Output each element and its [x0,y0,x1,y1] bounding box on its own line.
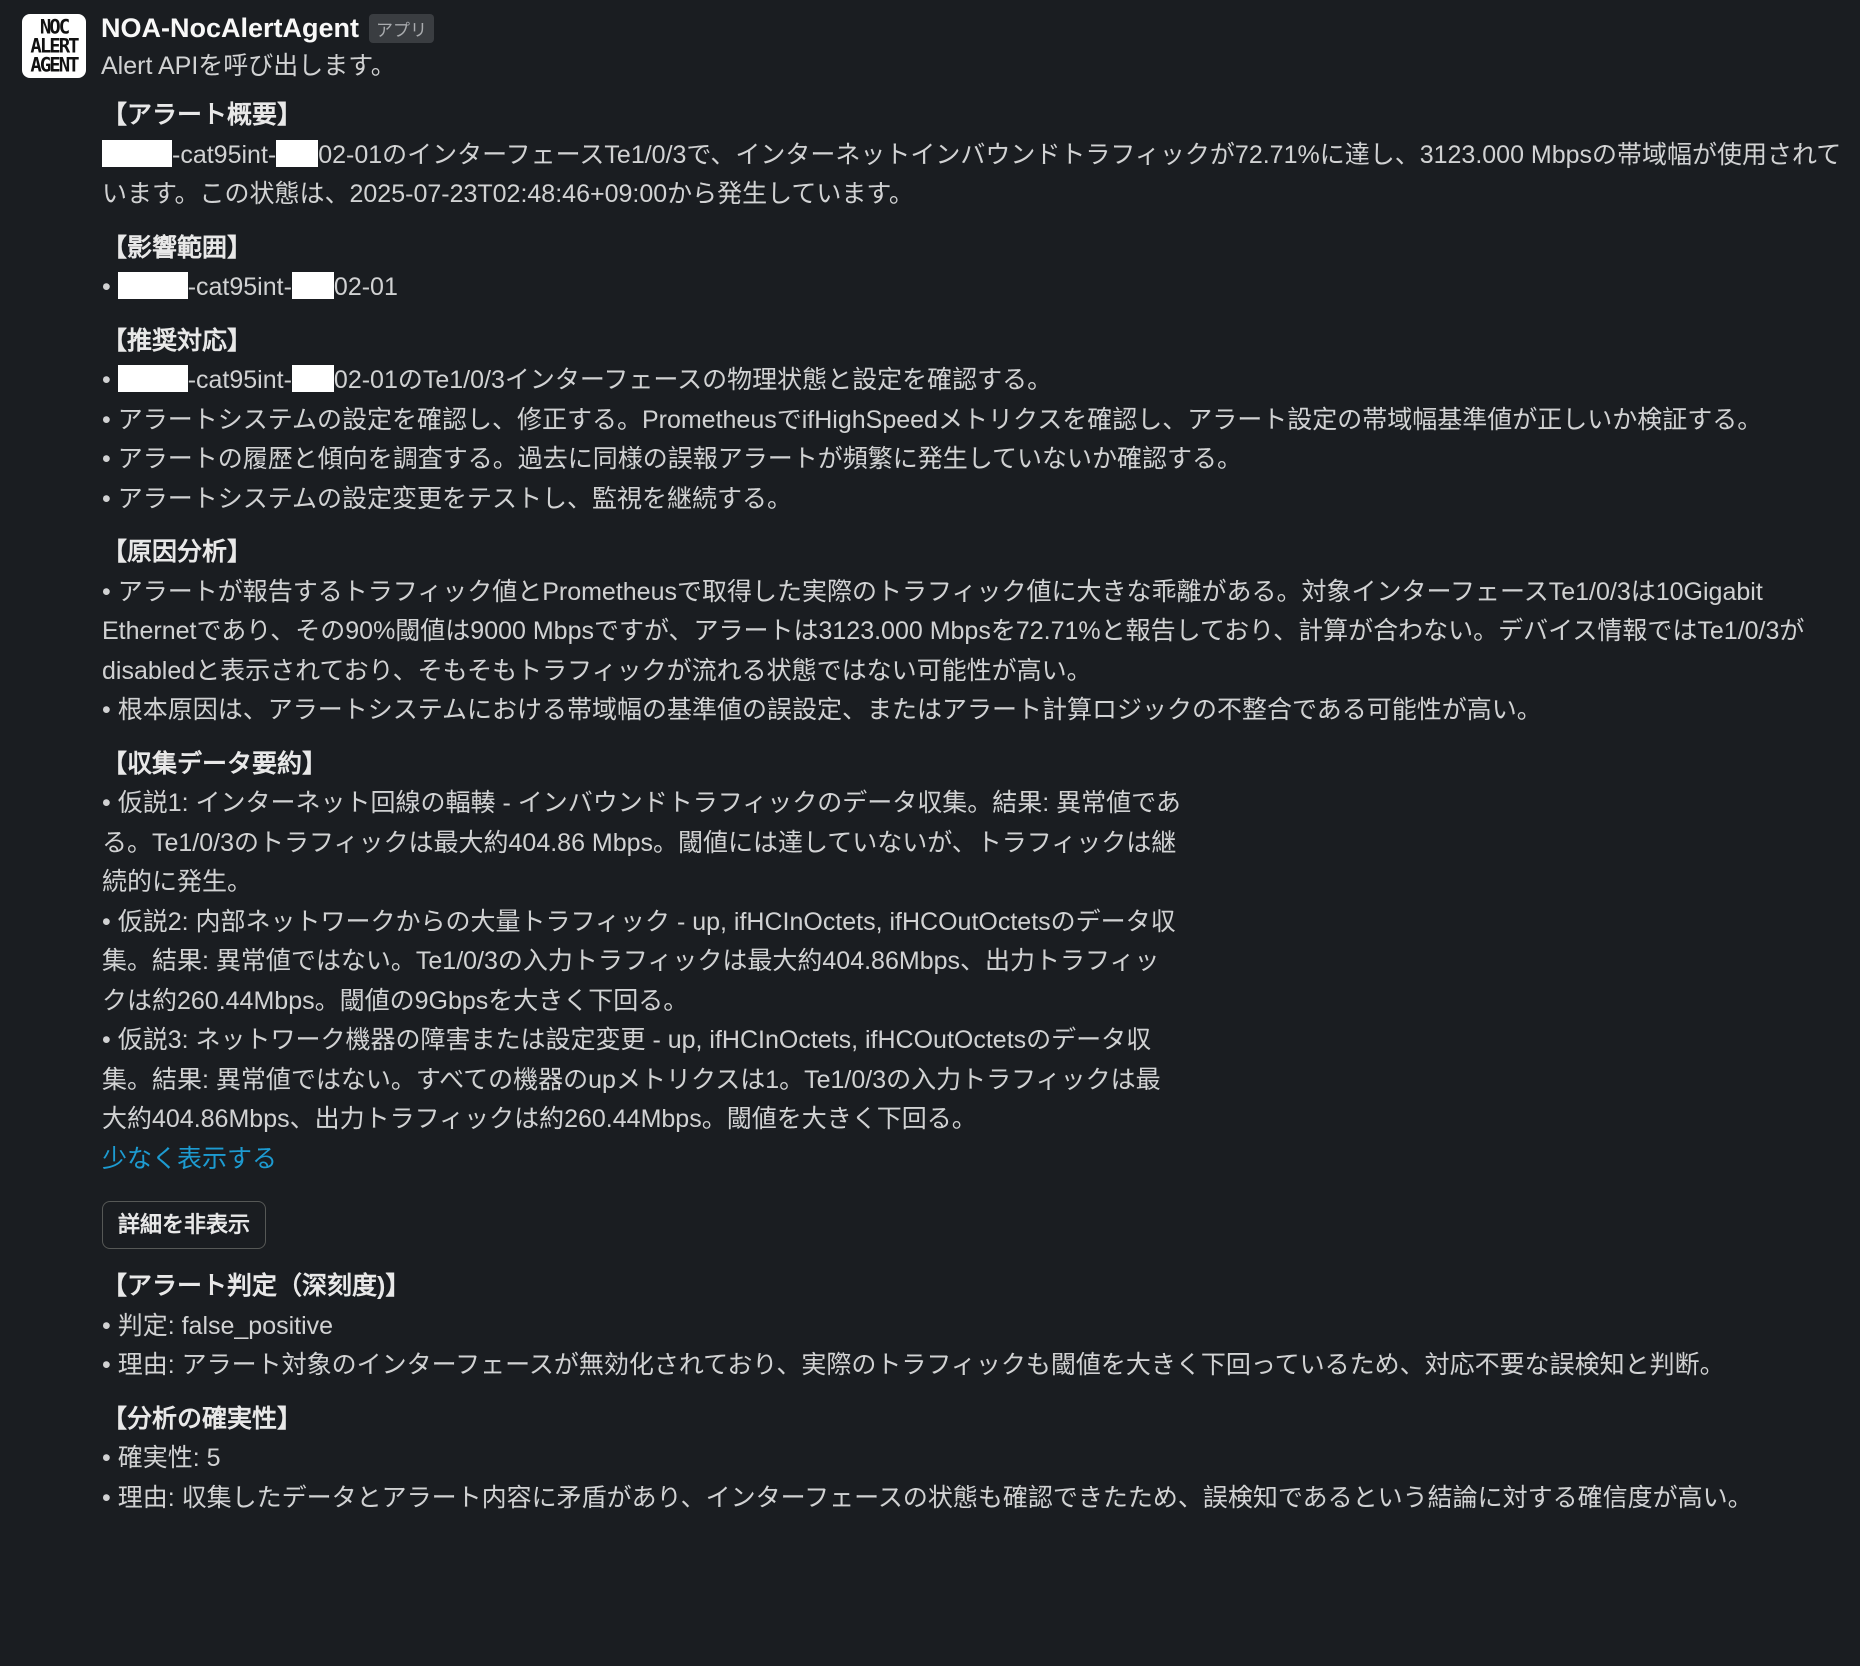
redacted-block [117,272,188,299]
summary-text-2: 02-01のインターフェースTe1/0/3で、インターネットインバウンドトラフィ… [102,140,1842,209]
collected-item: • 仮説2: 内部ネットワークからの大量トラフィック - up, ifHCInO… [102,907,1176,1015]
avatar-line-3: AGENT [30,52,79,77]
message-header: NOA-NocAlertAgent アプリ [101,6,1860,50]
message: NOC ALERT AGENT NOA-NocAlertAgent アプリ Al… [0,0,1860,1666]
impact-item-a: -cat95int- [187,273,292,301]
redacted-block [102,139,172,167]
verdict-item: • 判定: false_positive [102,1311,334,1340]
alert-body: 【アラート概要】 -cat95int- 02-01のインターフェースTe1/0/3… [101,96,1860,1518]
redacted-block [276,139,319,167]
hide-details-button[interactable]: 詳細を非表示 [102,1201,267,1249]
cause-title: 【原因分析】 [102,538,253,566]
certainty-item: • 確実性: 5 [102,1444,221,1472]
redacted-block [117,365,188,392]
summary-text: -cat95int- 02-01のインターフェースTe1/0/3で、インターネット… [102,136,1860,215]
recommend-item: • アラートシステムの設定を確認し、修正する。PrometheusでifHigh… [102,405,1763,434]
cause-item: • 根本原因は、アラートシステムにおける帯域幅の基準値の誤設定、またはアラート計… [102,696,1542,724]
verdict-item: • 理由: アラート対象のインターフェースが無効化されており、実際のトラフィック… [102,1351,1725,1379]
redacted-block [291,365,334,392]
impact-item: • -cat95int- 02-01 [102,272,398,301]
summary-title: 【アラート概要】 [102,101,303,129]
recommend-title: 【推奨対応】 [102,326,253,355]
summary-text-1: -cat95int- [172,140,277,169]
sender-name[interactable]: NOA-NocAlertAgent [101,13,359,44]
recommend-item: • アラートシステムの設定変更をテストし、監視を継続する。 [102,484,792,513]
cause-item: • アラートが報告するトラフィック値とPrometheusで取得した実際のトラフ… [102,577,1805,685]
redacted-block [291,272,334,299]
recommend-item: • -cat95int- 02-01のTe1/0/3インターフェースの物理状態と設… [102,365,1053,394]
recommend-item: • アラートの履歴と傾向を調査する。過去に同様の誤報アラートが頻繁に発生していな… [102,445,1242,473]
certainty-item: • 理由: 収集したデータとアラート内容に矛盾があり、インターフェースの状態も確… [102,1483,1753,1512]
collected-title: 【収集データ要約】 [102,749,328,778]
collected-item: • 仮説1: インターネット回線の輻輳 - インバウンドトラフィックのデータ収集… [102,789,1181,896]
message-content: NOA-NocAlertAgent アプリ Alert APIを呼び出します。 … [101,6,1860,1518]
impact-title: 【影響範囲】 [102,233,253,262]
certainty-title: 【分析の確実性】 [102,1404,303,1433]
impact-item-b: 02-01 [333,273,398,301]
bot-avatar[interactable]: NOC ALERT AGENT [22,14,86,78]
intro-text: Alert APIを呼び出します。 [101,52,396,80]
verdict-title: 【アラート判定（深刻度)】 [102,1272,411,1300]
app-badge: アプリ [369,13,435,43]
collected-list: • 仮説1: インターネット回線の輻輳 - インバウンドトラフィックのデータ収集… [102,784,1182,1140]
show-less-link[interactable]: 少なく表示する [102,1145,277,1173]
collected-item: • 仮説3: ネットワーク機器の障害または設定変更 - up, ifHCInOc… [102,1026,1161,1133]
recommend-item1-b: 02-01のTe1/0/3インターフェースの物理状態と設定を確認する。 [333,366,1053,394]
recommend-item1-a: -cat95int- [187,366,292,394]
